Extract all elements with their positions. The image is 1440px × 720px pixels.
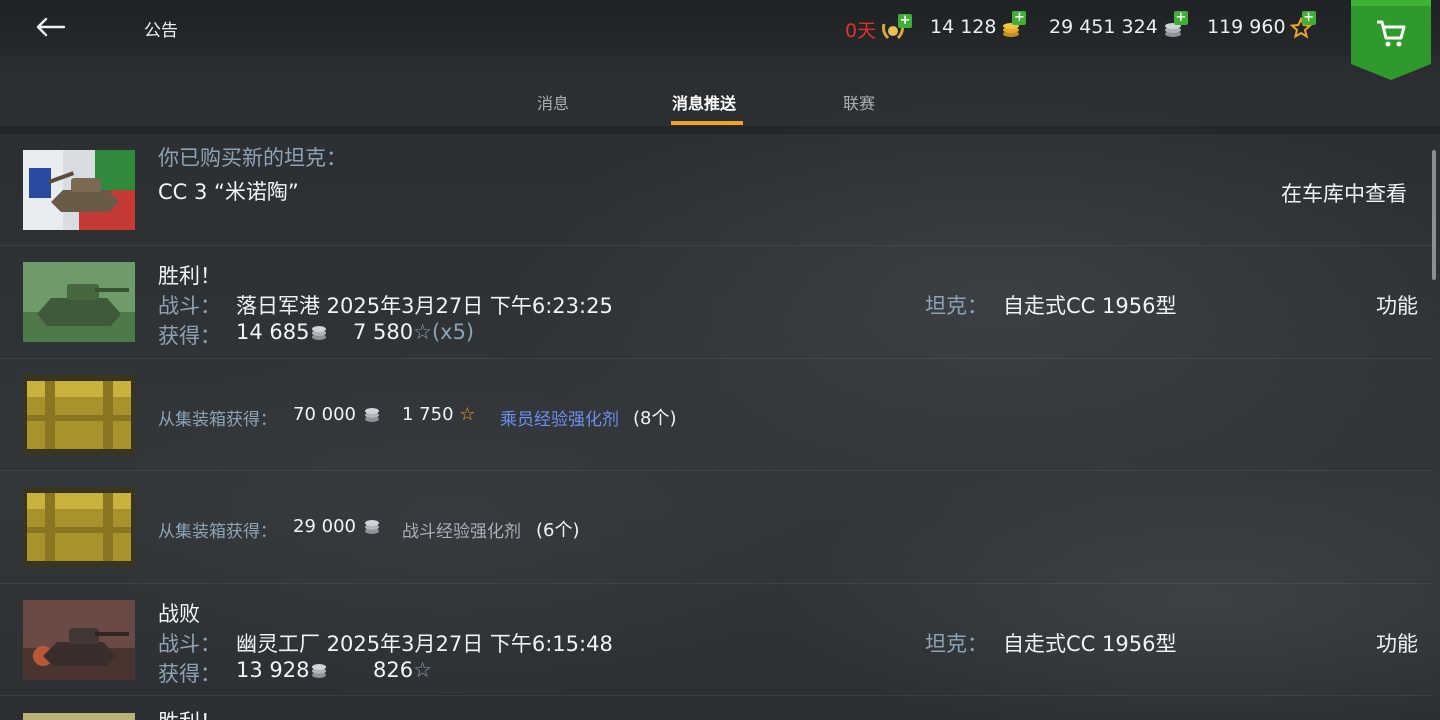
premium-laurel-icon: + (880, 13, 913, 40)
back-button[interactable] (30, 10, 70, 44)
gold-coins-icon: + (1000, 11, 1027, 37)
credits-value: 29 451 324 (1049, 16, 1158, 38)
container-credits: 29 000 (293, 516, 382, 537)
tank-label: 坦克： (925, 294, 988, 318)
tab-messages[interactable]: 消息 (537, 90, 569, 114)
battle-result-title: 战败 (158, 602, 200, 626)
list-item[interactable]: 你已购买新的坦克： CC 3 “米诺陶” 在车库中查看 (0, 134, 1432, 246)
free-xp-value: 119 960 (1207, 16, 1286, 38)
premium-account-indicator[interactable]: 0天 + (845, 13, 913, 43)
booster-count: (8个) (633, 408, 677, 429)
tab-notifications[interactable]: 消息推送 (672, 90, 736, 114)
earned-label: 获得： (158, 324, 221, 348)
tank-label: 坦克： (925, 632, 988, 656)
container-credits-value: 29 000 (293, 516, 356, 537)
active-tab-indicator (671, 121, 743, 125)
silver-coins-icon (364, 408, 379, 422)
silver-coins-icon (312, 326, 327, 340)
silver-coins-icon (312, 664, 327, 678)
earned-credits: 13 928 (236, 658, 329, 682)
details-button[interactable]: 功能 (1376, 290, 1418, 320)
tab-league[interactable]: 联赛 (843, 90, 875, 114)
battle-label: 战斗： (158, 632, 221, 656)
container-reward-label: 从集装箱获得： (158, 410, 277, 430)
purchase-heading: 你已购买新的坦克： (158, 146, 347, 170)
container-thumbnail (23, 375, 135, 455)
add-credits-icon[interactable]: + (1173, 11, 1188, 25)
booster-count: (6个) (536, 520, 580, 541)
battle-xp-booster-link[interactable]: 战斗经验强化剂 (402, 517, 521, 542)
battle-result-title: 胜利！ (158, 264, 221, 288)
earned-credits-value: 14 685 (236, 320, 310, 344)
container-xp: 1 750 ☆ (402, 404, 475, 425)
list-item[interactable]: 从集装箱获得： 29 000 战斗经验强化剂 (6个) (0, 471, 1432, 584)
xp-star-icon: ☆ (413, 658, 432, 682)
add-gold-icon[interactable]: + (1012, 11, 1027, 25)
earned-credits: 14 685 (236, 320, 329, 344)
container-reward-label: 从集装箱获得： (158, 522, 277, 542)
gold-value: 14 128 (930, 16, 997, 38)
silver-coins-icon (364, 520, 379, 534)
battle-thumbnail (23, 262, 135, 342)
container-xp-value: 1 750 (402, 404, 454, 425)
notification-list[interactable]: 你已购买新的坦克： CC 3 “米诺陶” 在车库中查看 胜利！ 战斗： 落日军港… (0, 134, 1440, 720)
list-item[interactable]: 从集装箱获得： 70 000 1 750 ☆ 乘员经验强化剂 (8个) (0, 359, 1432, 471)
xp-star-icon: ☆ (413, 320, 432, 344)
list-item[interactable]: 战败 战斗： 幽灵工厂 2025年3月27日 下午6:15:48 获得： 13 … (0, 584, 1432, 696)
container-credits-value: 70 000 (293, 404, 356, 425)
xp-star-icon: ☆ (459, 404, 476, 425)
tank-purchase-thumbnail (23, 150, 135, 230)
top-bar: 公告 0天 + 14 128 + 29 451 324 + 119 960 + (0, 0, 1440, 80)
page-title: 公告 (144, 21, 178, 41)
earned-xp-value: 826 (373, 658, 414, 682)
container-credits: 70 000 (293, 404, 382, 425)
xp-multiplier: (x5) (431, 320, 475, 344)
earned-credits-value: 13 928 (236, 658, 310, 682)
scrollbar[interactable] (1432, 150, 1436, 280)
container-thumbnail (23, 487, 135, 567)
tank-name: 自走式CC 1956型 (1003, 632, 1177, 656)
tab-divider (0, 126, 1440, 134)
silver-coins-icon: + (1162, 11, 1188, 37)
battle-thumbnail (23, 712, 135, 720)
earned-xp: 826☆ (373, 658, 432, 682)
details-button[interactable]: 功能 (1376, 628, 1418, 658)
gold-indicator[interactable]: 14 128 + (930, 11, 1027, 38)
purchased-tank-name: CC 3 “米诺陶” (158, 180, 299, 204)
earned-label: 获得： (158, 662, 221, 686)
earned-xp: 7 580☆(x5) (353, 320, 474, 344)
list-item[interactable]: 胜利！ (0, 696, 1432, 720)
tab-bar: 消息 消息推送 联赛 (0, 56, 1440, 128)
free-xp-indicator[interactable]: 119 960 + (1207, 11, 1316, 39)
convert-xp-icon[interactable]: + (1301, 11, 1316, 25)
battle-result-title: 胜利！ (158, 706, 221, 720)
arrow-left-icon (36, 17, 65, 37)
xp-star-icon: + (1289, 11, 1316, 39)
battle-thumbnail (23, 600, 135, 680)
tank-name: 自走式CC 1956型 (1003, 294, 1177, 318)
shopping-cart-icon (1377, 20, 1406, 47)
crew-xp-booster-link[interactable]: 乘员经验强化剂 (500, 405, 619, 430)
view-in-garage-link[interactable]: 在车库中查看 (1281, 178, 1407, 208)
premium-days-value: 0天 (845, 20, 877, 42)
credits-indicator[interactable]: 29 451 324 + (1049, 11, 1188, 38)
list-item[interactable]: 胜利！ 战斗： 落日军港 2025年3月27日 下午6:23:25 获得： 14… (0, 246, 1432, 359)
battle-label: 战斗： (158, 294, 221, 318)
earned-xp-value: 7 580 (353, 320, 414, 344)
add-premium-icon[interactable]: + (898, 13, 913, 28)
battle-info: 落日军港 2025年3月27日 下午6:23:25 (236, 294, 613, 318)
battle-info: 幽灵工厂 2025年3月27日 下午6:15:48 (236, 632, 613, 656)
